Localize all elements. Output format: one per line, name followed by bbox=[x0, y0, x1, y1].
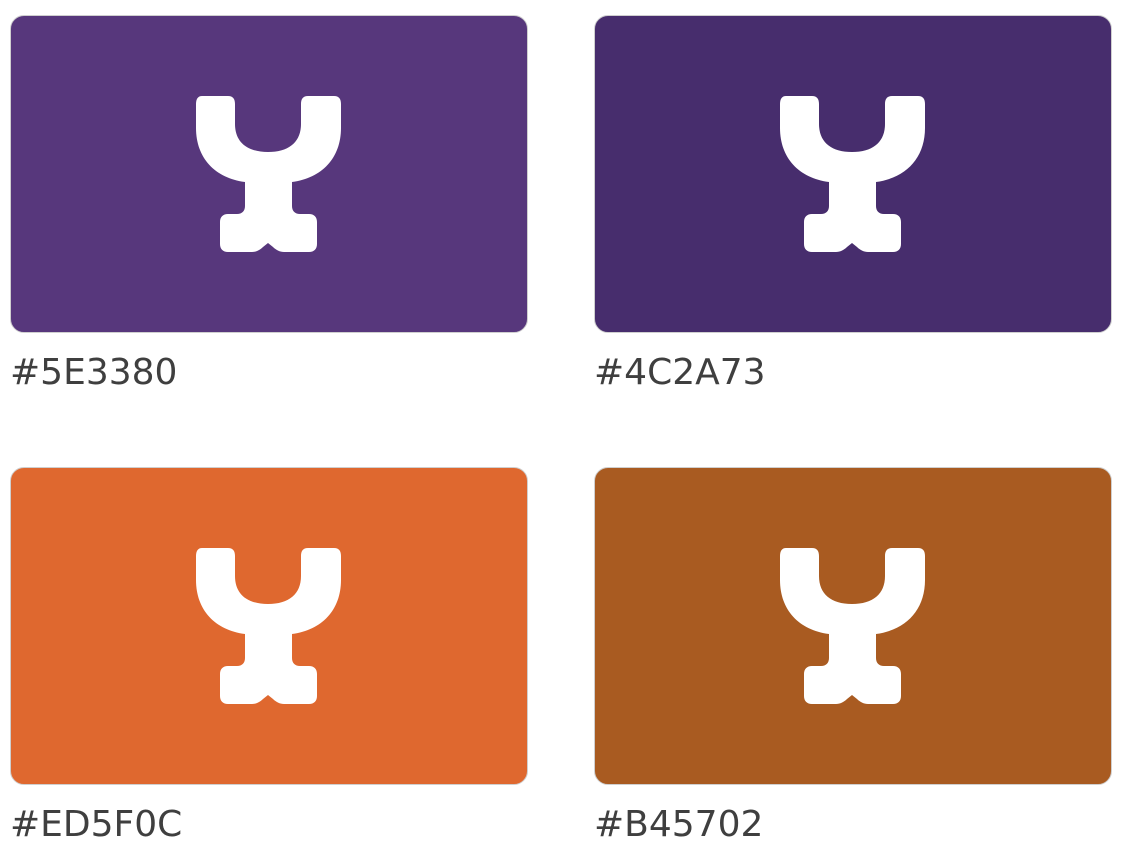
swatch-card bbox=[10, 15, 528, 333]
color-swatch: #ED5F0C bbox=[10, 467, 528, 845]
color-hex-label: #ED5F0C bbox=[10, 804, 183, 845]
color-swatch: #B45702 bbox=[594, 467, 1112, 845]
color-swatch: #5E3380 bbox=[10, 15, 528, 393]
brand-logo-icon bbox=[196, 96, 341, 252]
swatch-card bbox=[594, 15, 1112, 333]
color-hex-label: #5E3380 bbox=[10, 352, 178, 393]
color-hex-label: #B45702 bbox=[594, 804, 764, 845]
color-hex-label: #4C2A73 bbox=[594, 352, 766, 393]
brand-logo-icon bbox=[780, 548, 925, 704]
brand-logo-icon bbox=[196, 548, 341, 704]
brand-logo-icon bbox=[780, 96, 925, 252]
color-swatch: #4C2A73 bbox=[594, 15, 1112, 393]
swatch-card bbox=[10, 467, 528, 785]
swatch-card bbox=[594, 467, 1112, 785]
